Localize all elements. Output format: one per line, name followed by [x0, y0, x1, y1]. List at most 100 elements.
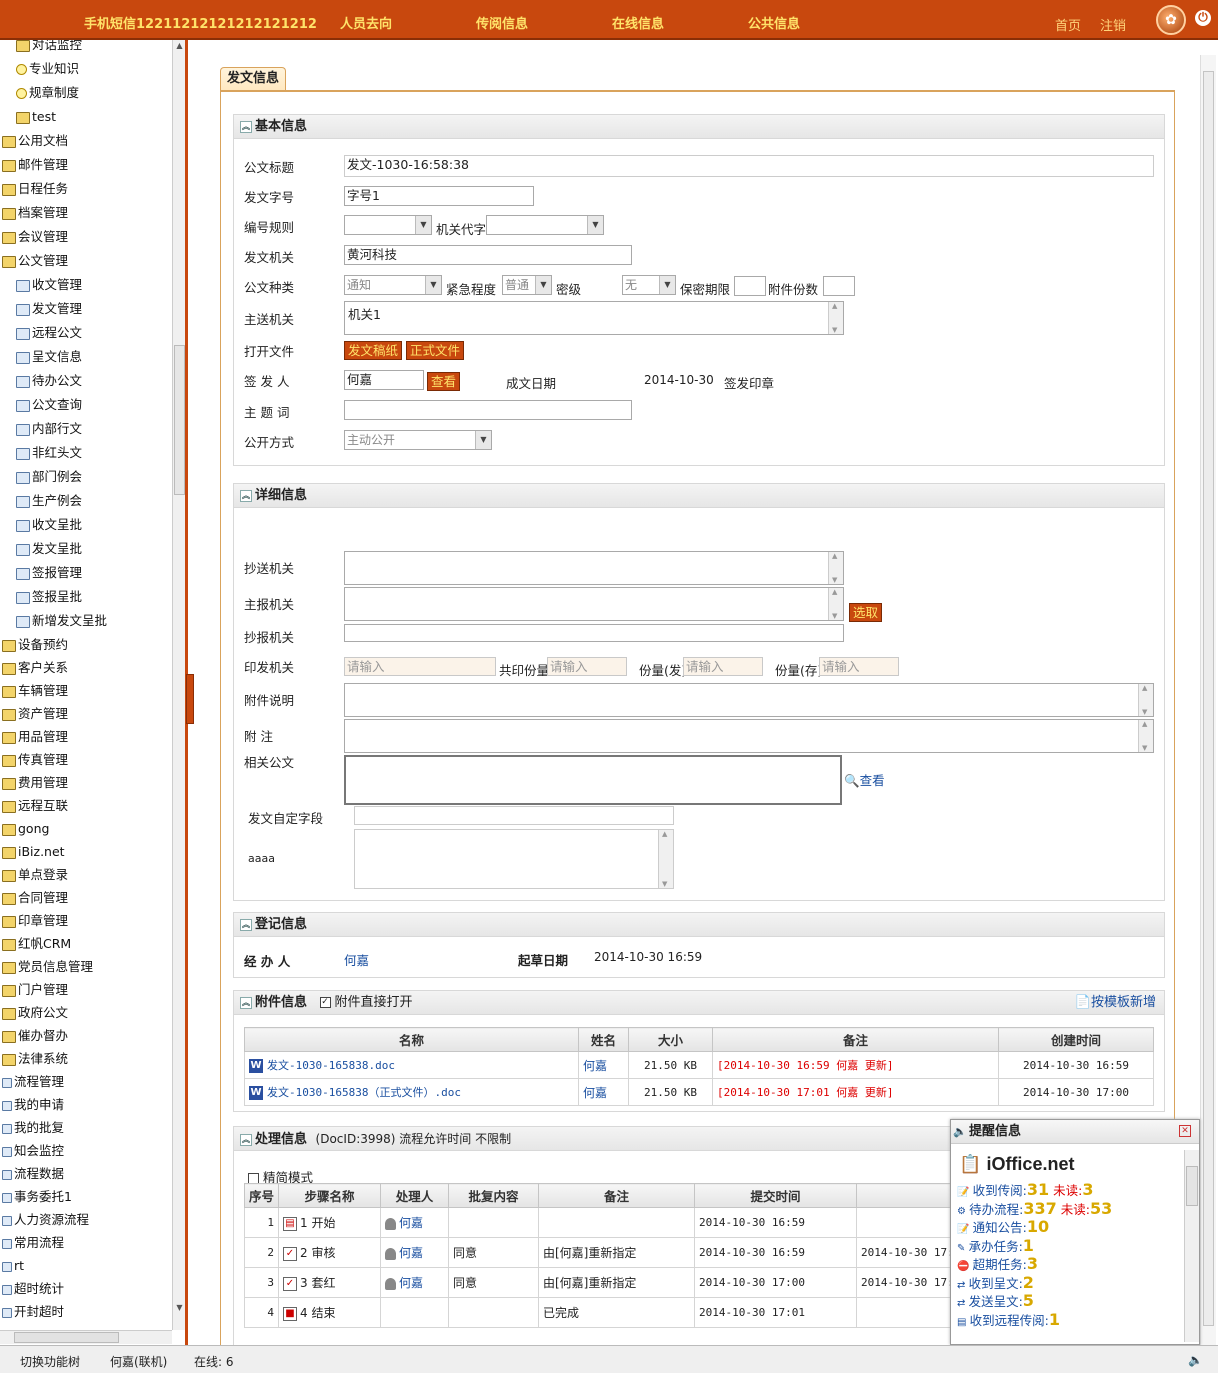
collapse-icon[interactable]: ︽	[240, 996, 252, 1009]
copies-keep-field[interactable]: 请输入	[819, 657, 899, 676]
sidebar-item[interactable]: 流程管理	[2, 1071, 64, 1093]
sidebar-scrollbar[interactable]: ▲ ▼	[172, 40, 185, 1330]
related-view-link[interactable]: 🔍查看	[844, 770, 885, 789]
sidebar-item[interactable]: 待办公文	[16, 370, 82, 392]
reminder-item[interactable]: ▤ 收到远程传阅:1	[957, 1310, 1060, 1329]
copies-send-field[interactable]: 请输入	[683, 657, 763, 676]
num-rule-select[interactable]	[344, 215, 432, 235]
col-remark[interactable]: 备注	[538, 1183, 695, 1208]
proc-person[interactable]	[380, 1297, 449, 1328]
proc-person[interactable]: 何嘉	[380, 1237, 449, 1268]
col-created[interactable]: 创建时间	[998, 1027, 1154, 1052]
sidebar-item[interactable]: 签报管理	[16, 562, 82, 584]
doc-type-select[interactable]: 通知	[344, 275, 442, 295]
online-count[interactable]: 在线: 6	[194, 1353, 234, 1370]
sidebar-item[interactable]: 非红头文	[16, 442, 82, 464]
signer-field[interactable]: 何嘉	[344, 370, 424, 390]
proc-person[interactable]: 何嘉	[380, 1267, 449, 1298]
collapse-icon[interactable]: ︽	[240, 489, 252, 502]
print-total-field[interactable]: 请输入	[547, 657, 627, 676]
sidebar-item[interactable]: 门户管理	[2, 979, 68, 1001]
reminder-item[interactable]: ✎ 承办任务:1	[957, 1236, 1034, 1255]
sidebar-item[interactable]: 呈文信息	[16, 346, 82, 368]
popup-scrollbar[interactable]	[1184, 1150, 1199, 1342]
custom-field[interactable]	[354, 806, 674, 825]
main-send-textarea[interactable]: 机关1	[344, 301, 844, 335]
sidebar-item[interactable]: 专业知识	[16, 58, 79, 80]
public-mode-select[interactable]: 主动公开	[344, 430, 492, 450]
scroll-up-icon[interactable]: ▲	[174, 40, 185, 52]
reminder-item[interactable]: 📝 收到传阅:31 未读:3	[957, 1180, 1093, 1199]
secret-select[interactable]: 无	[622, 275, 676, 295]
cc-textarea[interactable]	[344, 551, 844, 585]
org-code-select[interactable]	[486, 215, 604, 235]
sidebar-item[interactable]: 邮件管理	[2, 154, 68, 176]
col-submit[interactable]: 提交时间	[694, 1183, 857, 1208]
sidebar-item[interactable]: 费用管理	[2, 772, 68, 794]
attach-count-field[interactable]	[823, 276, 855, 296]
attach-name-cell[interactable]: W 发文-1030-165838（正式文件）.doc	[244, 1078, 579, 1106]
section-header[interactable]: ︽ 登记信息	[234, 913, 1164, 937]
sidebar-item[interactable]: 公文管理	[2, 250, 68, 272]
doc-title-field[interactable]: 发文-1030-16:58:38	[344, 155, 1154, 177]
reminder-item[interactable]: ⛔ 超期任务:3	[957, 1254, 1038, 1273]
popup-scroll-thumb[interactable]	[1186, 1166, 1198, 1206]
sidebar-item[interactable]: 事务委托1	[2, 1186, 72, 1208]
sidebar-item[interactable]: 用品管理	[2, 726, 68, 748]
sidebar-item[interactable]: 法律系统	[2, 1048, 68, 1070]
main-scroll-thumb[interactable]	[1203, 71, 1214, 1326]
sidebar-item[interactable]: 我的批复	[2, 1117, 64, 1139]
sidebar-item[interactable]: 资产管理	[2, 703, 68, 725]
col-person[interactable]: 姓名	[578, 1027, 629, 1052]
sidebar-hscrollbar[interactable]	[0, 1330, 172, 1344]
table-row[interactable]: W 发文-1030-165838（正式文件）.doc 何嘉 21.50 KB [2…	[244, 1078, 1154, 1106]
sidebar-item[interactable]: 发文管理	[16, 298, 82, 320]
handler-value[interactable]: 何嘉	[344, 950, 369, 969]
nav-circulate[interactable]: 传阅信息	[476, 13, 528, 32]
col-handler[interactable]: 处理人	[380, 1183, 449, 1208]
collapse-icon[interactable]: ︽	[240, 1133, 252, 1146]
sidebar-item[interactable]: 流程数据	[2, 1163, 64, 1185]
sidebar-item[interactable]: iBiz.net	[2, 841, 65, 863]
hscroll-thumb[interactable]	[14, 1332, 119, 1343]
sidebar-item[interactable]: 印章管理	[2, 910, 68, 932]
doc-num-field[interactable]: 字号1	[344, 186, 534, 206]
sidebar-item[interactable]: 生产例会	[16, 490, 82, 512]
table-row[interactable]: W 发文-1030-165838.doc 何嘉 21.50 KB [2014-10…	[244, 1051, 1154, 1079]
attach-person[interactable]: 何嘉	[578, 1051, 629, 1079]
textarea-scrollbar[interactable]	[1138, 684, 1153, 716]
report-to-textarea[interactable]	[344, 587, 844, 621]
sidebar-item[interactable]: gong	[2, 818, 49, 840]
power-icon[interactable]: ⏻	[1195, 10, 1211, 26]
sidebar-item[interactable]: 对话监控	[16, 40, 82, 56]
attach-person[interactable]: 何嘉	[578, 1078, 629, 1106]
speaker-icon[interactable]: 🔈	[1188, 1353, 1203, 1367]
sidebar-item[interactable]: 内部行文	[16, 418, 82, 440]
sidebar-item[interactable]: 单点登录	[2, 864, 68, 886]
sidebar-item[interactable]: 催办督办	[2, 1025, 68, 1047]
proc-person[interactable]: 何嘉	[380, 1207, 449, 1238]
print-org-field[interactable]: 请输入	[344, 657, 496, 676]
sidebar-item[interactable]: 合同管理	[2, 887, 68, 909]
scroll-thumb[interactable]	[174, 345, 185, 495]
open-direct-toggle[interactable]: ✓ 附件直接打开	[319, 995, 413, 1010]
sidebar-item[interactable]: 常用流程	[2, 1232, 64, 1254]
sidebar-item[interactable]: 档案管理	[2, 202, 68, 224]
sidebar-item[interactable]: 客户关系	[2, 657, 68, 679]
textarea-scrollbar[interactable]	[658, 830, 673, 888]
report-cc-field[interactable]	[344, 624, 844, 642]
col-note[interactable]: 备注	[712, 1027, 999, 1052]
keyword-field[interactable]	[344, 400, 632, 420]
app-logo-icon[interactable]: ✿	[1156, 5, 1186, 35]
col-size[interactable]: 大小	[628, 1027, 713, 1052]
aaaa-textarea[interactable]	[354, 829, 674, 889]
col-name[interactable]: 名称	[244, 1027, 579, 1052]
tab-doc-info[interactable]: 发文信息	[220, 67, 286, 91]
switch-tree-button[interactable]: 切换功能树	[20, 1353, 80, 1370]
draft-paper-button[interactable]: 发文稿纸	[344, 341, 403, 360]
section-header[interactable]: ︽ 基本信息	[234, 115, 1164, 139]
nav-sms[interactable]: 手机短信12211212121212121212	[84, 13, 317, 32]
sidebar-item[interactable]: 政府公文	[2, 1002, 68, 1024]
close-icon[interactable]: ✕	[1179, 1125, 1191, 1137]
checkbox-checked-icon[interactable]: ✓	[319, 997, 331, 1008]
